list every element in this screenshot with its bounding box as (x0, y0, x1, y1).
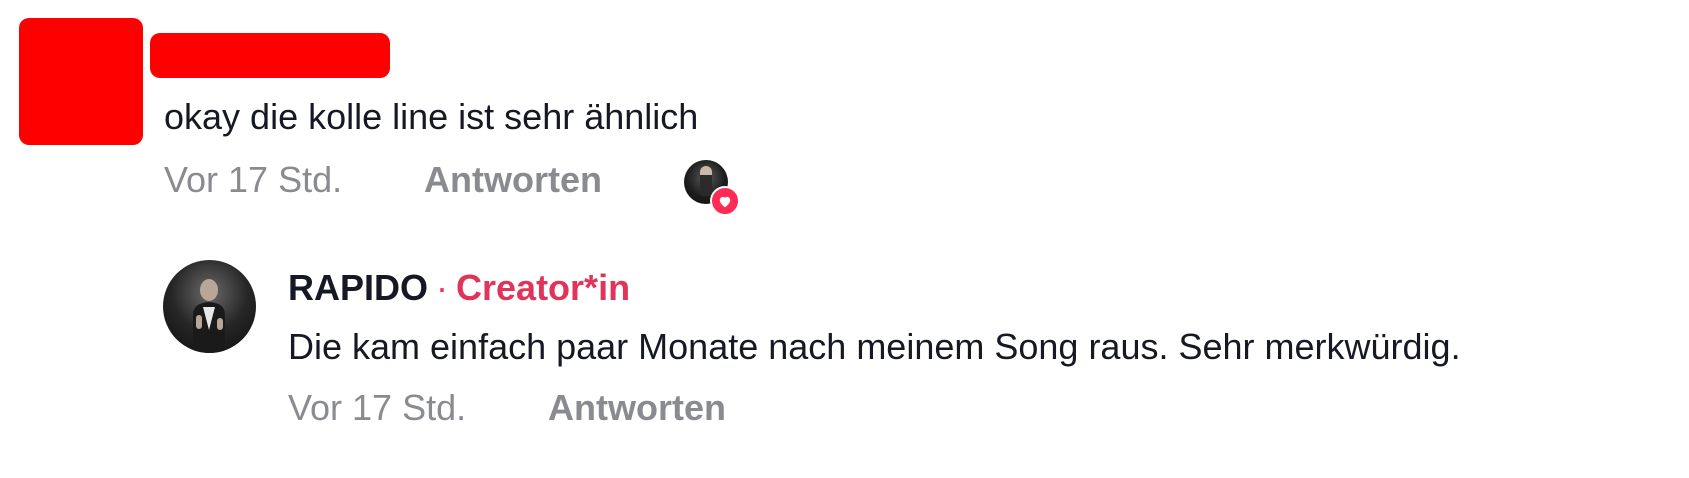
redacted-avatar[interactable] (19, 18, 143, 145)
separator-dot: · (436, 267, 449, 308)
reply-username[interactable]: RAPIDO (288, 267, 428, 308)
heart-icon (710, 186, 740, 216)
rapido-avatar[interactable] (163, 260, 256, 353)
reply-header: RAPIDO · Creator*in (288, 263, 630, 313)
reply-timestamp: Vor 17 Std. (288, 387, 467, 428)
creator-badge: Creator*in (456, 267, 631, 308)
reply-meta: Vor 17 Std. Antworten (288, 383, 726, 433)
creator-liked-avatar (684, 160, 740, 216)
reply-reply-button[interactable]: Antworten (548, 383, 726, 433)
redacted-username[interactable] (150, 33, 390, 78)
creator-avatar-figure (700, 166, 712, 196)
comment-text: okay die kolle line ist sehr ähnlich (164, 96, 699, 137)
reply-button[interactable]: Antworten (424, 155, 602, 205)
reply-text: Die kam einfach paar Monate nach meinem … (288, 326, 1461, 367)
comment-timestamp: Vor 17 Std. (164, 159, 343, 200)
comment-meta: Vor 17 Std. Antworten (164, 155, 602, 205)
